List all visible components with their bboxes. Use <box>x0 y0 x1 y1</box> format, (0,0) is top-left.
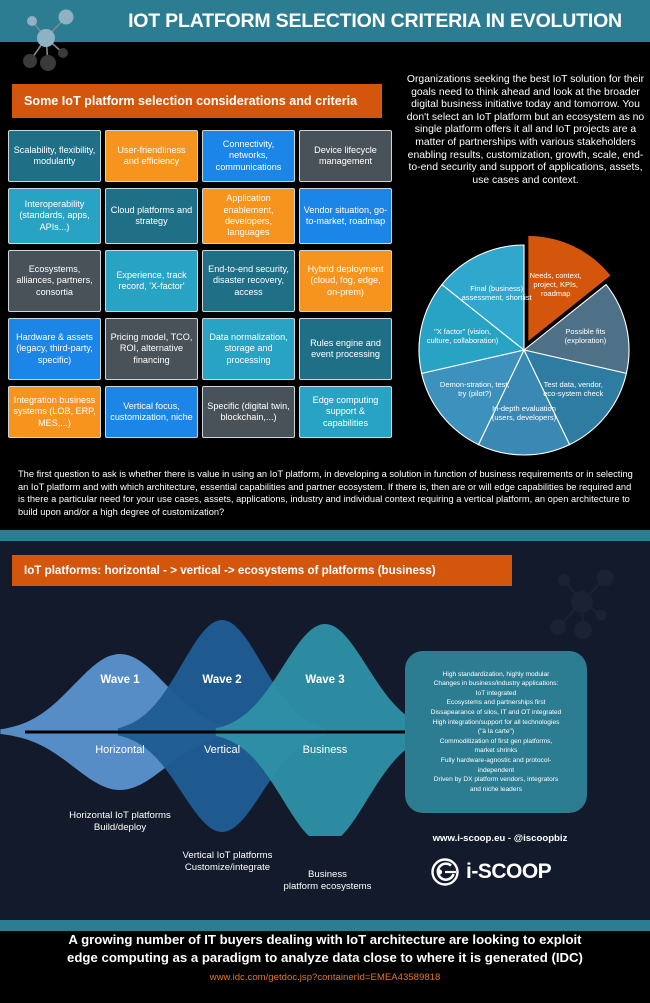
wave3-callout-text: High standardization, highly modular Chan… <box>431 670 562 795</box>
intro-paragraph: Organizations seeking the best IoT solut… <box>406 74 645 186</box>
footer-quote-line1: A growing number of IT buyers dealing wi… <box>68 932 582 947</box>
criteria-cell: Experience, track record, 'X-factor' <box>105 250 198 312</box>
page-title: IOT PLATFORM SELECTION CRITERIA IN EVOLU… <box>128 10 622 32</box>
criteria-section-bar: Some IoT platform selection consideratio… <box>12 84 382 118</box>
wave2-caption-line1: Vertical IoT platforms <box>182 850 273 861</box>
criteria-cell: Pricing model, TCO, ROI, alternative fin… <box>105 318 198 380</box>
wave1-sublabel: Horizontal <box>95 744 145 756</box>
wave3-caption: Business platform ecosystems <box>255 869 400 893</box>
brand-logo: i-SCOOP <box>430 855 575 889</box>
callout-line: and niche leaders <box>469 785 523 793</box>
wave1-caption-line2: Build/deploy <box>93 822 147 833</box>
criteria-cell-label: Ecosystems, alliances, partners, consort… <box>16 263 93 297</box>
criteria-cell-label: Rules engine and event processing <box>310 337 381 359</box>
wave1-caption-line1: Horizontal IoT platforms <box>69 810 171 821</box>
wave1-caption: Horizontal IoT platforms Build/deploy <box>35 810 205 834</box>
criteria-cell: Connectivity, networks, communications <box>202 130 295 182</box>
i-scoop-logo-icon <box>431 858 459 886</box>
callout-line: Ecosystems and partnerships first <box>446 699 546 707</box>
network-nodes-icon-secondary <box>550 570 614 639</box>
brand-name: i-SCOOP <box>466 860 552 883</box>
footer-quote-line2: edge computing as a paradigm to analyze … <box>67 950 583 965</box>
criteria-cell: Interoperability (standards, apps, APIs.… <box>8 188 101 244</box>
wave1-name: Wave 1 <box>100 674 140 686</box>
wave3-name: Wave 3 <box>305 674 345 686</box>
callout-line: IoT integrated <box>475 689 517 697</box>
criteria-cell: Ecosystems, alliances, partners, consort… <box>8 250 101 312</box>
adoption-waves-chart <box>0 620 430 836</box>
criteria-cell: User-friendliness and efficiency <box>105 130 198 182</box>
criteria-cell-label: Cloud platforms and strategy <box>110 204 193 226</box>
criteria-cell-label: Interoperability (standards, apps, APIs.… <box>19 198 90 232</box>
wave3-caption-line1: Business <box>308 869 347 880</box>
callout-line: Commoditization of first gen platforms, <box>439 737 553 745</box>
selection-process-pie-chart: Needs, context, project, KPIs, roadmap Po… <box>404 232 647 458</box>
criteria-cell-label: User-friendliness and efficiency <box>117 144 186 166</box>
callout-line: Dissapearance of silos, IT and OT integr… <box>430 709 562 717</box>
criteria-cell-label: Specific (digital twin, blockchain,...) <box>207 400 290 422</box>
criteria-cell-label: Connectivity, networks, communications <box>215 138 282 172</box>
criteria-cell: Hardware & assets (legacy, third-party, … <box>8 318 101 380</box>
criteria-cell: Edge computing support & capabilities <box>299 386 392 438</box>
criteria-cell: Vertical focus, customization, niche <box>105 386 198 438</box>
criteria-cell-label: Pricing model, TCO, ROI, alternative fin… <box>110 331 193 365</box>
criteria-grid: Scalability, flexibility, modularity User… <box>8 130 394 438</box>
criteria-cell-label: Hybrid deployment (cloud, fog, edge, on-… <box>307 263 384 297</box>
callout-line: ("à la carte") <box>477 728 515 736</box>
section-divider-top <box>0 530 650 541</box>
callout-line: Driven by DX platform vendors, integrato… <box>433 776 559 784</box>
criteria-cell-label: Vendor situation, go-to-market, roadmap <box>303 204 388 226</box>
callout-line: High integration/support for all technol… <box>432 718 560 726</box>
infographic-page: IOT PLATFORM SELECTION CRITERIA IN EVOLU… <box>0 0 650 1003</box>
criteria-cell: Data normalization, storage and processi… <box>202 318 295 380</box>
criteria-cell: Rules engine and event processing <box>299 318 392 380</box>
wave3-caption-line2: platform ecosystems <box>283 881 372 892</box>
brand-url[interactable]: www.i-scoop.eu - @iscoopbiz <box>400 833 600 844</box>
criteria-cell: Device lifecycle management <box>299 130 392 182</box>
footer-source-url[interactable]: www.idc.com/getdoc.jsp?containerId=EMEA4… <box>25 972 625 983</box>
criteria-cell: End-to-end security, disaster recovery, … <box>202 250 295 312</box>
footer-quote: A growing number of IT buyers dealing wi… <box>25 931 625 967</box>
criteria-cell: Hybrid deployment (cloud, fog, edge, on-… <box>299 250 392 312</box>
criteria-cell-label: Edge computing support & capabilities <box>312 394 379 428</box>
criteria-cell-label: Hardware & assets (legacy, third-party, … <box>16 331 93 365</box>
criteria-cell-label: Vertical focus, customization, niche <box>110 400 193 422</box>
wave2-name: Wave 2 <box>202 674 242 686</box>
criteria-cell-label: Experience, track record, 'X-factor' <box>116 269 187 291</box>
criteria-cell-label: Data normalization, storage and processi… <box>209 331 288 365</box>
waves-section-bar: IoT platforms: horizontal - > vertical -… <box>12 555 512 586</box>
callout-line: market shrinks <box>474 747 518 755</box>
criteria-cell-label: Integration business systems (LOB, ERP, … <box>13 394 96 428</box>
criteria-cell-label: Scalability, flexibility, modularity <box>13 144 96 166</box>
callout-line: High standardization, highly modular <box>442 670 550 678</box>
criteria-cell-label: Application enablement, developers, lang… <box>223 193 274 238</box>
wave3-sublabel: Business <box>302 744 348 756</box>
callout-line: Changes in business/industry application… <box>433 680 559 688</box>
criteria-cell: Cloud platforms and strategy <box>105 188 198 244</box>
question-paragraph: The first question to ask is whether the… <box>18 469 633 517</box>
criteria-cell: Scalability, flexibility, modularity <box>8 130 101 182</box>
criteria-cell-label: Device lifecycle management <box>314 144 377 166</box>
footer: A growing number of IT buyers dealing wi… <box>0 931 650 1003</box>
wave3-callout-box: High standardization, highly modular Chan… <box>405 651 587 813</box>
criteria-cell: Application enablement, developers, lang… <box>202 188 295 244</box>
callout-line: independent <box>477 766 515 774</box>
wave2-sublabel: Vertical <box>203 744 241 756</box>
network-nodes-icon <box>23 9 74 71</box>
criteria-cell: Specific (digital twin, blockchain,...) <box>202 386 295 438</box>
section-divider-bottom <box>0 920 650 931</box>
criteria-cell: Integration business systems (LOB, ERP, … <box>8 386 101 438</box>
criteria-cell: Vendor situation, go-to-market, roadmap <box>299 188 392 244</box>
criteria-cell-label: End-to-end security, disaster recovery, … <box>208 263 289 297</box>
callout-line: Fully hardware-agnostic and protocol- <box>440 756 552 764</box>
